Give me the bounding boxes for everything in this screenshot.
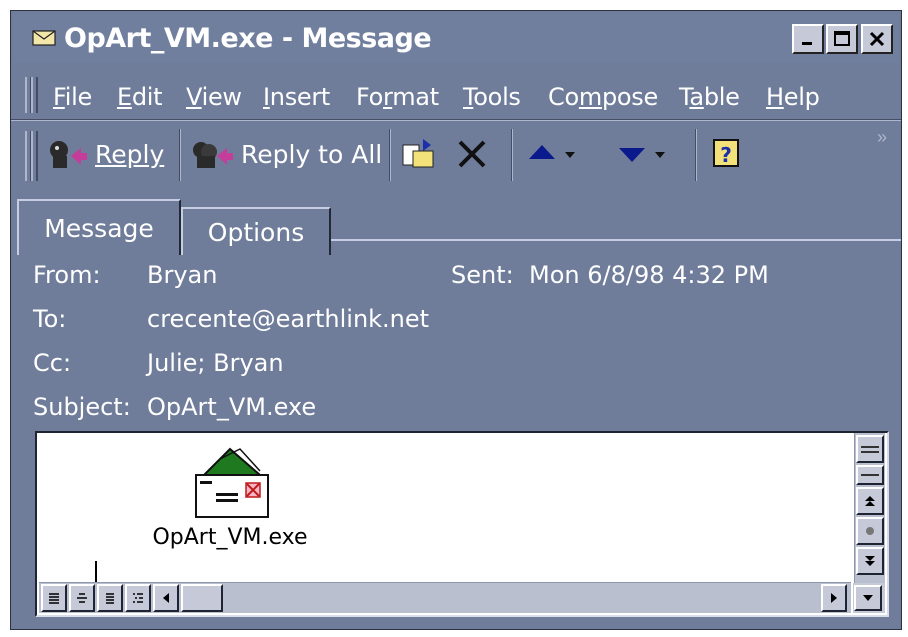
web-layout-icon [77,593,87,603]
sent-value: Mon 6/8/98 4:32 PM [529,261,769,289]
scroll-page-up-button[interactable] [856,487,884,515]
scroll-right-button[interactable] [821,584,847,612]
menu-table[interactable]: Table [679,83,740,111]
svg-text:?: ? [720,143,732,167]
envelope-icon [32,30,56,46]
down-arrow-icon [619,148,645,162]
next-item-button[interactable] [617,131,667,177]
print-layout-icon [106,593,114,604]
menu-insert[interactable]: Insert [263,83,330,111]
menu-file[interactable]: File [53,83,92,111]
double-down-icon [865,556,875,566]
menu-view[interactable]: View [186,83,242,111]
to-value[interactable]: crecente@earthlink.net [147,305,429,333]
outline-view-icon [133,593,143,603]
close-button[interactable] [861,24,893,54]
reply-button[interactable]: Reply [47,131,164,177]
previous-item-button[interactable] [527,131,577,177]
scroll-left-button[interactable] [153,584,179,612]
minimize-button[interactable] [792,24,824,54]
scroll-page-down-button[interactable] [856,547,884,575]
delete-icon [458,140,486,168]
attachment-name: OpArt_VM.exe [152,525,308,550]
email-attachment-icon [195,447,269,518]
to-label: To: [33,305,67,333]
maximize-button[interactable] [826,24,858,54]
browse-object-button[interactable] [856,517,884,545]
sent-label: Sent: [451,261,514,289]
message-window: OpArt_VM.exe - Message File Edit View In… [10,10,902,630]
menu-bar: File Edit View Insert Format Tools Compo… [11,71,901,117]
vertical-scrollbar[interactable] [854,433,885,595]
toolbar-separator [511,129,513,181]
cc-label: Cc: [33,349,72,377]
horizontal-scrollbar[interactable] [39,582,851,613]
menu-tools[interactable]: Tools [463,83,521,111]
minimize-icon [802,42,812,45]
reply-to-all-label: Reply to All [241,139,383,169]
web-layout-button[interactable] [69,584,95,612]
subject-value: OpArt_VM.exe [147,393,317,421]
scroll-grip-top[interactable] [856,435,884,463]
scrollbar-corner [853,583,885,613]
chevron-down-icon[interactable] [563,147,577,161]
reply-to-all-button[interactable]: Reply to All [191,131,382,177]
menu-compose[interactable]: Compose [548,83,658,111]
menu-divider [11,119,901,121]
message-body[interactable]: OpArt_VM.exe [35,431,889,617]
reply-icon [50,141,87,168]
tab-options[interactable]: Options [181,207,331,255]
normal-view-icon [49,593,59,604]
window-title: OpArt_VM.exe - Message [64,23,432,54]
chevron-down-icon[interactable] [653,147,667,161]
help-icon: ? [713,139,739,167]
subject-label: Subject: [33,393,131,421]
tab-message-label: Message [44,213,154,243]
toolbar-grip-2 [31,131,38,181]
normal-view-button[interactable] [41,584,67,612]
menu-format[interactable]: Format [356,83,439,111]
horizontal-scroll-thumb[interactable] [181,584,223,612]
scroll-thumb[interactable] [856,465,884,485]
move-to-folder-icon [402,139,434,168]
tab-options-label: Options [207,217,305,247]
toolbar-separator [695,129,697,181]
move-to-folder-button[interactable] [401,131,437,177]
help-button[interactable]: ? [711,131,743,177]
delete-button[interactable] [455,131,489,177]
circle-icon [866,527,874,535]
reply-all-icon [193,142,233,168]
from-label: From: [33,261,101,289]
maximize-icon [834,31,850,46]
attachment[interactable]: OpArt_VM.exe [145,441,315,550]
tab-baseline [331,239,901,241]
menu-edit[interactable]: Edit [117,83,163,111]
menu-grip-2 [31,77,38,113]
right-arrow-icon [831,593,837,603]
double-up-icon [865,496,875,506]
outline-view-button[interactable] [125,584,151,612]
close-icon [869,31,885,47]
toolbar-overflow-icon[interactable]: » [877,127,887,148]
down-arrow-icon [863,595,873,601]
toolbar: Reply Reply to All ? » [11,123,901,189]
menu-help[interactable]: Help [766,83,820,111]
reply-label: Reply [95,139,165,169]
up-arrow-icon [529,145,555,159]
scroll-down-button[interactable] [854,585,882,611]
tab-strip: Message Options [11,193,901,255]
title-bar[interactable]: OpArt_VM.exe - Message [14,14,898,62]
toolbar-separator [389,129,391,181]
from-value[interactable]: Bryan [147,261,217,289]
tab-message[interactable]: Message [17,199,181,255]
left-arrow-icon [163,593,169,603]
print-layout-button[interactable] [97,584,123,612]
toolbar-separator [179,129,181,181]
cc-value[interactable]: Julie; Bryan [147,349,284,377]
